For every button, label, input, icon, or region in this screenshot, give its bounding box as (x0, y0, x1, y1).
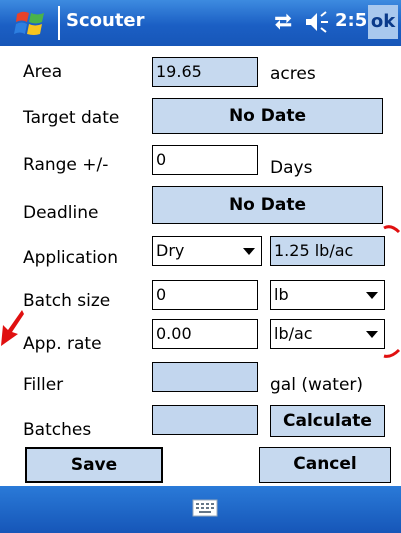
batch-size-input[interactable]: 0 (152, 280, 258, 310)
batch-size-unit-select[interactable]: lb (270, 280, 385, 310)
connectivity-icon[interactable] (272, 12, 296, 32)
area-label: Area (23, 62, 63, 82)
cancel-button[interactable]: Cancel (259, 447, 391, 483)
batch-size-unit-value: lb (274, 285, 289, 304)
chevron-down-icon (366, 292, 378, 299)
annotation-arrow-icon (1, 310, 24, 346)
title-bar: Scouter 2:54 ok (0, 0, 401, 46)
app-rate-unit-value: lb/ac (274, 324, 313, 343)
deadline-label: Deadline (23, 203, 99, 223)
ok-button[interactable]: ok (368, 5, 398, 39)
chevron-down-icon (366, 331, 378, 338)
batches-label: Batches (23, 420, 92, 440)
range-unit: Days (270, 158, 313, 178)
app-rate-unit-select[interactable]: lb/ac (270, 319, 385, 349)
batch-size-label: Batch size (23, 291, 111, 311)
windows-start-icon[interactable] (14, 8, 48, 38)
application-rate-field[interactable]: 1.25 lb/ac (270, 236, 385, 266)
target-date-button[interactable]: No Date (152, 98, 383, 134)
filler-label: Filler (23, 375, 64, 395)
calculate-button[interactable]: Calculate (270, 405, 385, 437)
title-separator (58, 6, 60, 40)
keyboard-icon[interactable] (192, 498, 218, 518)
deadline-button[interactable]: No Date (152, 186, 383, 224)
app-rate-label: App. rate (23, 334, 102, 354)
application-type-select[interactable]: Dry (152, 236, 262, 266)
app-rate-input[interactable]: 0.00 (152, 319, 258, 349)
batches-field[interactable] (152, 405, 258, 435)
range-label: Range +/- (23, 155, 109, 175)
area-input[interactable]: 19.65 (152, 57, 258, 87)
area-unit: acres (270, 64, 316, 84)
annotation-mark-icon (383, 225, 401, 234)
annotation-mark-icon (383, 348, 401, 358)
range-input[interactable]: 0 (152, 145, 258, 175)
application-type-value: Dry (156, 241, 185, 260)
save-button[interactable]: Save (25, 447, 163, 483)
chevron-down-icon (243, 248, 255, 255)
soft-key-bar (0, 486, 401, 533)
target-date-label: Target date (23, 108, 120, 128)
application-label: Application (23, 248, 118, 268)
window-title: Scouter (66, 10, 145, 31)
volume-icon[interactable] (304, 10, 330, 34)
filler-unit: gal (water) (270, 375, 364, 395)
filler-field[interactable] (152, 362, 258, 392)
